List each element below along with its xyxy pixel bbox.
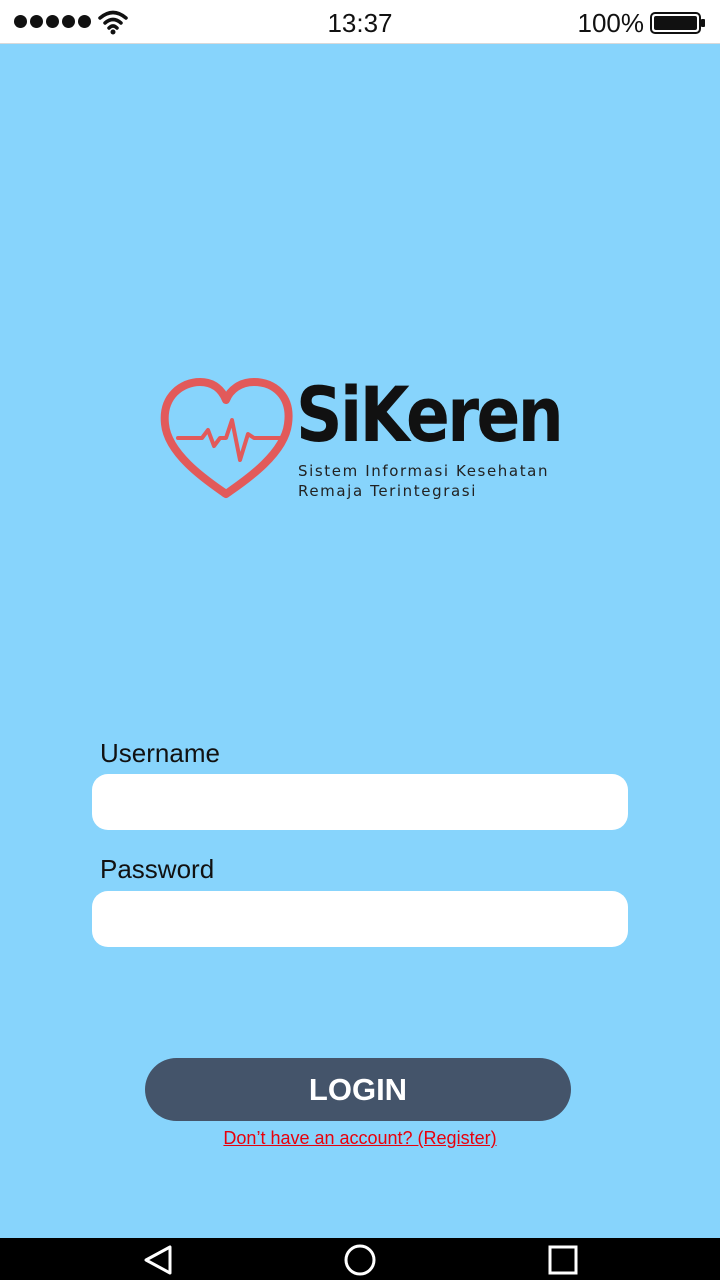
battery-percent: 100% xyxy=(577,8,645,38)
brand-tagline-line1: Sistem Informasi Kesehatan xyxy=(298,462,550,480)
password-label: Password xyxy=(100,854,215,884)
login-screen: 13:37 100% SiKeren Sistem Informasi Kese… xyxy=(0,0,720,1280)
username-input[interactable] xyxy=(92,774,628,830)
status-bar: 13:37 100% xyxy=(0,0,720,44)
recent-square-icon[interactable] xyxy=(546,1244,580,1276)
navigation-bar xyxy=(0,1238,720,1280)
heart-pulse-icon xyxy=(160,378,293,498)
username-label: Username xyxy=(100,738,220,768)
brand-name: SiKeren xyxy=(296,370,564,459)
login-button[interactable]: LOGIN xyxy=(145,1058,571,1121)
back-triangle-icon[interactable] xyxy=(142,1244,176,1276)
register-link[interactable]: Don’t have an account? (Register) xyxy=(0,1128,720,1149)
home-circle-icon[interactable] xyxy=(343,1244,377,1276)
battery-full-icon xyxy=(650,12,705,34)
brand-tagline-line2: Remaja Terintegrasi xyxy=(298,482,477,500)
app-logo: SiKeren Sistem Informasi Kesehatan Remaj… xyxy=(160,370,564,504)
password-input[interactable] xyxy=(92,891,628,947)
